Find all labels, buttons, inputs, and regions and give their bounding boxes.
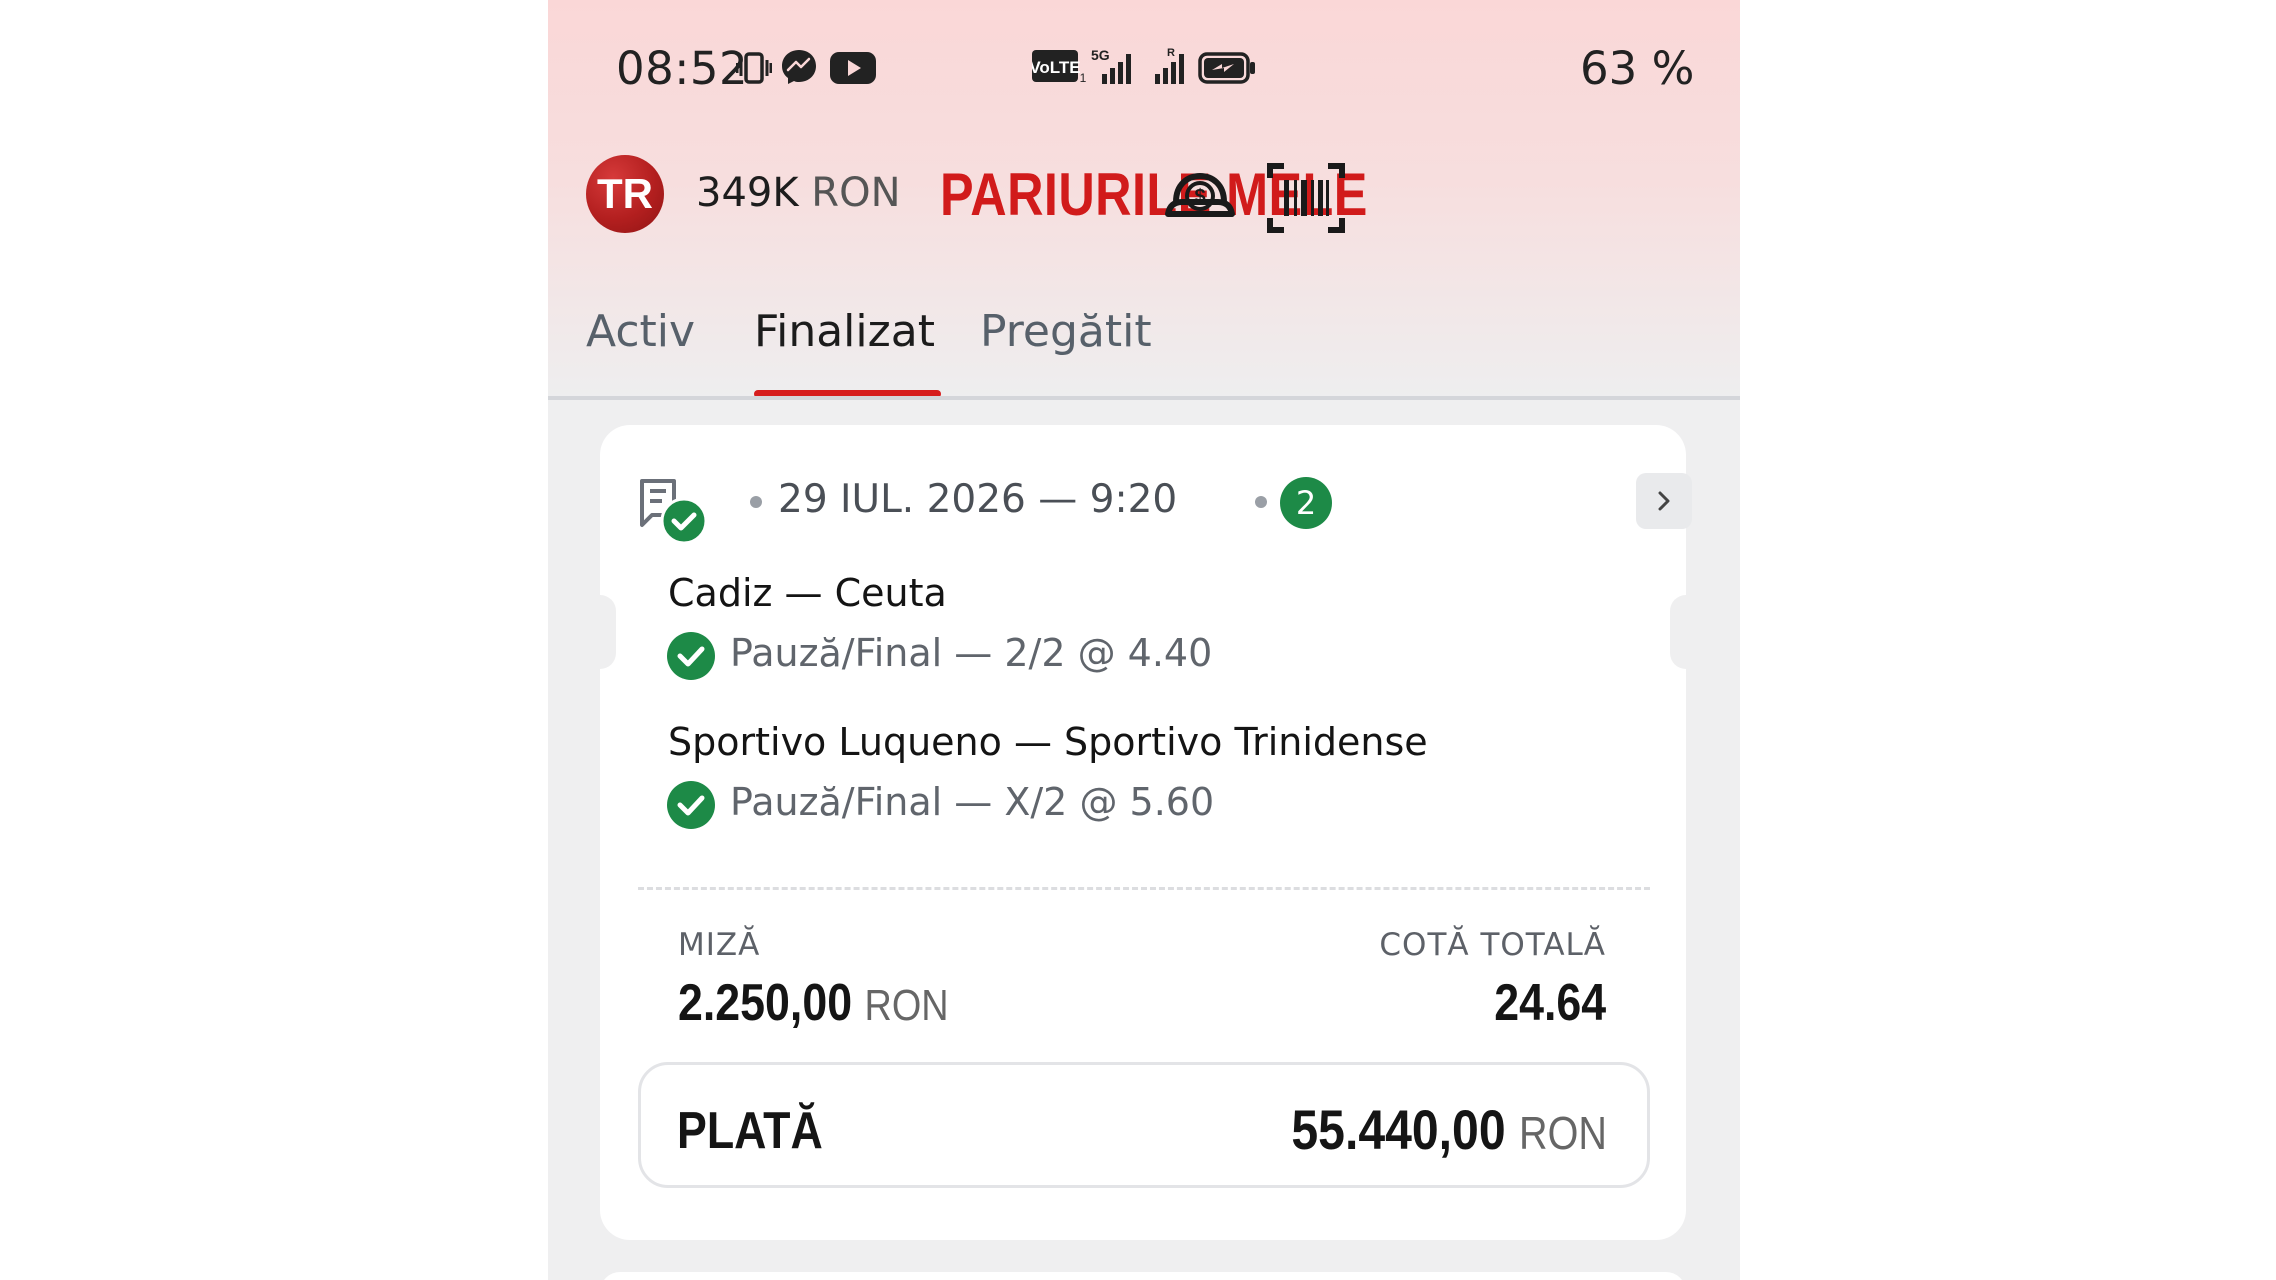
svg-text:VoLTE: VoLTE <box>1032 58 1081 77</box>
chevron-right-icon <box>1658 491 1670 511</box>
event-selection: Pauză/Final — 2/2 @ 4.40 <box>730 631 1213 675</box>
svg-text:$: $ <box>1194 186 1205 208</box>
payout-value: 55.440,00 RON <box>1291 1097 1607 1162</box>
check-circle-icon <box>667 781 715 829</box>
next-bet-card[interactable] <box>600 1272 1686 1280</box>
separator-dot <box>1255 496 1267 508</box>
stake-label: MIZĂ <box>678 927 761 963</box>
balance-amount: 349K <box>696 170 799 216</box>
total-odds-value: 24.64 <box>1494 974 1606 1032</box>
barcode-scan-icon[interactable] <box>1266 158 1346 238</box>
stake-currency: RON <box>864 981 949 1030</box>
battery-charging-icon <box>1198 52 1255 84</box>
payout-box: PLATĂ 55.440,00 RON <box>638 1062 1650 1188</box>
tab-finalizat[interactable]: Finalizat <box>754 306 935 357</box>
dashed-divider <box>638 887 1650 890</box>
total-odds-label: COTĂ TOTALĂ <box>1379 927 1606 963</box>
tab-activ[interactable]: Activ <box>586 306 695 357</box>
status-time: 08:52 <box>616 42 749 95</box>
messenger-icon <box>782 50 816 84</box>
5g-signal-icon: 5G <box>1091 47 1131 84</box>
card-notch-left <box>600 595 616 669</box>
svg-text:R: R <box>1167 47 1175 59</box>
youtube-icon <box>830 52 876 84</box>
stake-amount: 2.250,00 <box>678 974 853 1032</box>
tab-pregatit[interactable]: Pregătit <box>980 306 1152 357</box>
vibrate-icon <box>736 52 772 84</box>
svg-text:5G: 5G <box>1091 47 1110 63</box>
check-circle-icon <box>667 632 715 680</box>
roaming-signal-icon: R <box>1155 47 1184 84</box>
payout-amount: 55.440,00 <box>1291 1098 1506 1161</box>
money-bag-icon[interactable]: $ <box>1160 158 1240 238</box>
card-notch-right <box>1670 595 1686 669</box>
selections-count-badge: 2 <box>1280 477 1332 529</box>
payout-label: PLATĂ <box>677 1102 823 1160</box>
ticket-won-icon <box>640 479 708 545</box>
details-button[interactable] <box>1636 473 1692 529</box>
tab-bar: Activ Finalizat Pregătit <box>548 300 1740 400</box>
bet-date: 29 IUL. 2026 — 9:20 <box>778 477 1178 522</box>
event-name: Cadiz — Ceuta <box>668 571 947 615</box>
volte-icon: VoLTE 1 <box>1032 50 1087 84</box>
stake-value: 2.250,00 RON <box>678 973 949 1033</box>
account-balance[interactable]: 349K RON <box>696 170 901 216</box>
battery-percent: 63 % <box>1580 42 1695 95</box>
separator-dot <box>750 496 762 508</box>
event-name: Sportivo Luqueno — Sportivo Trinidense <box>668 720 1428 764</box>
svg-text:1: 1 <box>1080 71 1087 84</box>
status-bar: 08:52 VoLTE 1 5G R 63 % <box>548 0 1740 145</box>
bet-slip-card[interactable]: 29 IUL. 2026 — 9:20 2 Cadiz — Ceuta Pauz… <box>600 425 1692 1240</box>
balance-currency: RON <box>811 170 901 216</box>
payout-currency: RON <box>1519 1107 1607 1159</box>
tabs-divider <box>548 396 1740 400</box>
event-selection: Pauză/Final — X/2 @ 5.60 <box>730 780 1215 824</box>
phone-screen: 08:52 VoLTE 1 5G R 63 % TR 349K RON PARI… <box>548 0 1740 1280</box>
avatar[interactable]: TR <box>586 155 664 233</box>
